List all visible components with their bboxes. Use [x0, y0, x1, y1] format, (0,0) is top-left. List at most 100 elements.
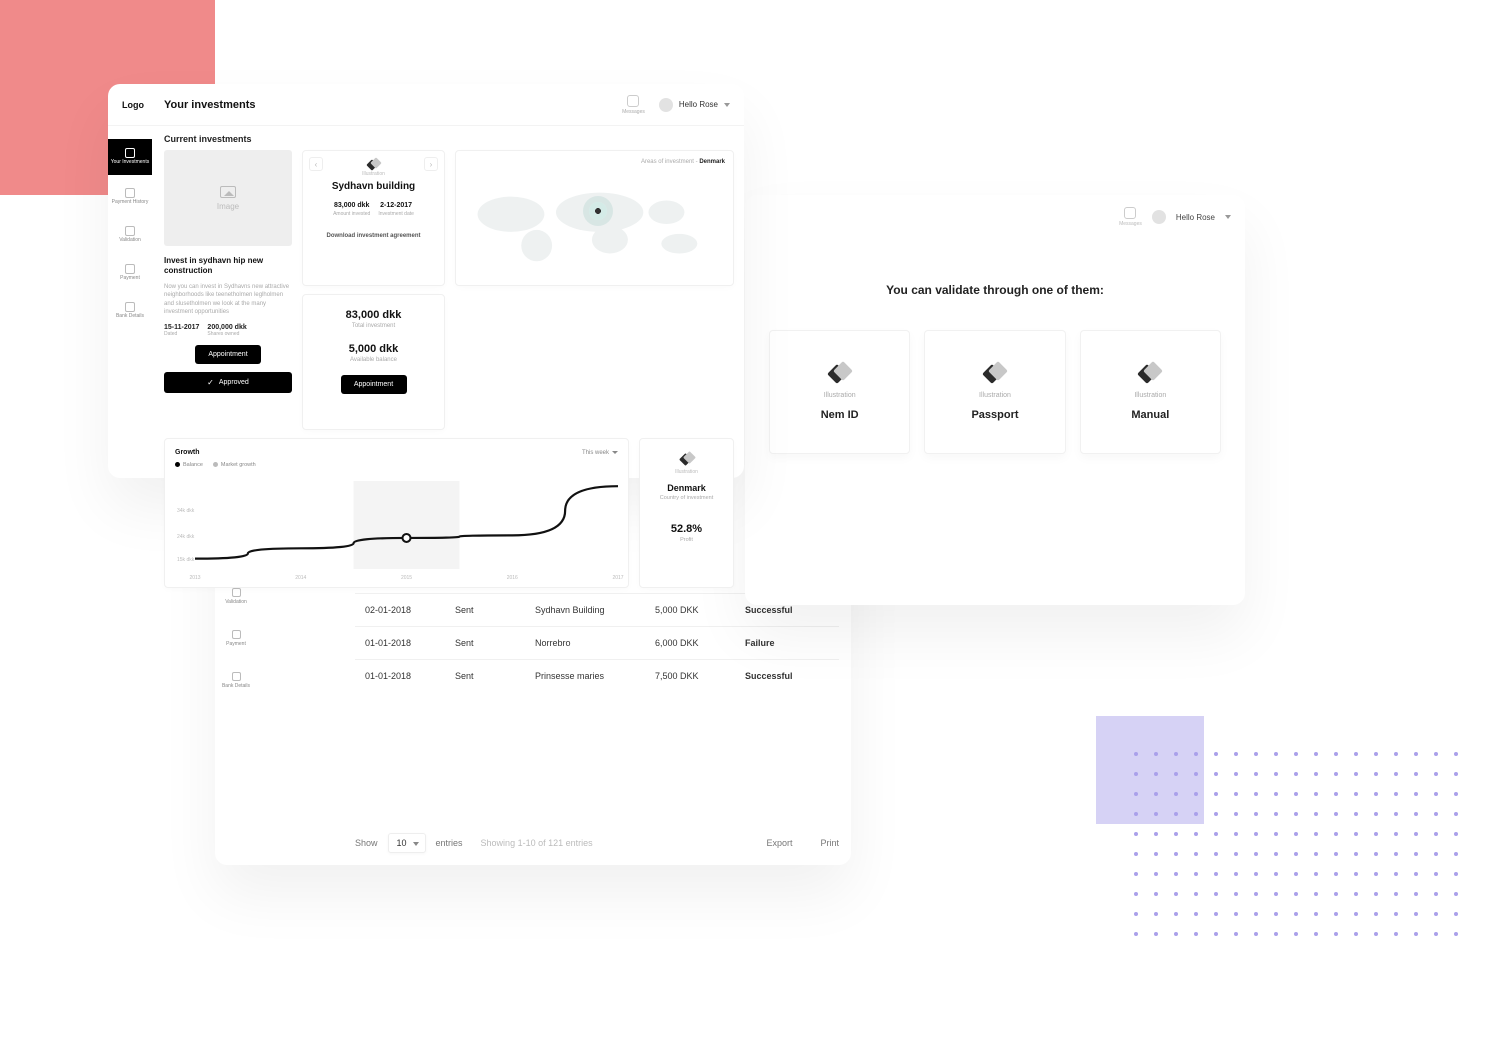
- profit-label: Profit: [650, 537, 723, 543]
- square-icon: [125, 264, 135, 274]
- table-row[interactable]: 01-01-2018SentNorrebro6,000 DKKFailure: [355, 626, 839, 659]
- validation-title: You can validate through one of them:: [745, 283, 1245, 297]
- validation-header: Messages Hello Rose: [1119, 207, 1231, 227]
- cell-date: 02-01-2018: [365, 605, 455, 615]
- cell-desc: Norrebro: [535, 638, 655, 648]
- illustration-label: Illustration: [979, 392, 1011, 399]
- logo[interactable]: Logo: [122, 100, 152, 110]
- sidebar-item-pay-4[interactable]: Bank Details: [215, 663, 257, 699]
- promo-card: Image Invest in sydhavn hip new construc…: [164, 150, 292, 430]
- stat2-label: Investment date: [378, 211, 414, 217]
- legend-market: Market growth: [221, 462, 256, 468]
- sidebar-item-label: Bank Details: [222, 684, 250, 690]
- promo-approved-button[interactable]: ✓ Approved: [164, 372, 292, 393]
- legend-balance: Balance: [183, 462, 203, 468]
- validation-options: IllustrationNem IDIllustrationPassportIl…: [769, 330, 1221, 454]
- growth-chart: 15k dkk24k dkk34k dkk2013201420152016201…: [195, 481, 618, 569]
- chevron-down-icon[interactable]: [1225, 215, 1231, 219]
- validation-option-1[interactable]: Illustration Passport: [924, 330, 1065, 454]
- next-arrow[interactable]: ›: [424, 157, 438, 171]
- promo-appointment-button[interactable]: Appointment: [195, 345, 261, 364]
- prev-arrow[interactable]: ‹: [309, 157, 323, 171]
- stat1-value: 83,000 dkk: [333, 202, 370, 209]
- cell-status: Successful: [745, 671, 835, 681]
- print-button[interactable]: Print: [820, 838, 839, 848]
- growth-range-select[interactable]: This week: [582, 450, 618, 456]
- download-agreement-link[interactable]: Download investment agreement: [311, 233, 436, 239]
- square-icon: [232, 588, 241, 597]
- avatar[interactable]: [1152, 210, 1166, 224]
- illustration-icon: [367, 159, 381, 171]
- y-tick-label: 34k dkk: [177, 508, 194, 514]
- messages-icon[interactable]: [627, 95, 639, 107]
- square-icon: [232, 630, 241, 639]
- page-title: Your investments: [164, 99, 256, 111]
- sidebar-item-label: Payment: [226, 642, 246, 648]
- illustration-icon: [1136, 364, 1164, 386]
- validation-option-2[interactable]: IllustrationManual: [1080, 330, 1221, 454]
- validation-option-name: Passport: [971, 409, 1018, 421]
- entries-select[interactable]: 10: [388, 833, 426, 853]
- profit-percent: 52.8%: [650, 523, 723, 535]
- sidebar-item-label: Payment History: [112, 200, 149, 206]
- entries-summary: Showing 1-10 of 121 entries: [481, 838, 593, 848]
- promo-title: Invest in sydhavn hip new construction: [164, 256, 292, 277]
- sidebar-item-inv-4[interactable]: Bank Details: [108, 295, 152, 327]
- sidebar-item-pay-3[interactable]: Payment: [215, 621, 257, 657]
- x-tick-label: 2014: [295, 575, 306, 581]
- sidebar-item-label: Payment: [120, 276, 140, 282]
- image-label: Image: [217, 202, 239, 211]
- map-header-prefix: Areas of investment -: [641, 159, 699, 165]
- chevron-down-icon: [724, 103, 730, 107]
- promo-meta1-value: 15-11-2017: [164, 324, 199, 331]
- user-menu[interactable]: Hello Rose: [659, 98, 730, 112]
- sidebar-item-label: Validation: [225, 600, 247, 606]
- sidebar-item-inv-1[interactable]: Payment History: [108, 181, 152, 213]
- balance-appointment-button[interactable]: Appointment: [341, 375, 407, 394]
- sidebar-item-label: Your Investments: [111, 160, 149, 166]
- validation-option-0[interactable]: IllustrationNem ID: [769, 330, 910, 454]
- stat2-value: 2-12-2017: [378, 202, 414, 209]
- balance-card: 83,000 dkk Total investment 5,000 dkk Av…: [302, 294, 445, 430]
- sidebar-item-inv-3[interactable]: Payment: [108, 257, 152, 289]
- y-tick-label: 15k dkk: [177, 557, 194, 563]
- y-tick-label: 24k dkk: [177, 534, 194, 540]
- table-row[interactable]: 01-01-2018SentPrinsesse maries7,500 DKKS…: [355, 659, 839, 692]
- x-tick-label: 2017: [612, 575, 623, 581]
- cell-status: Successful: [745, 605, 835, 615]
- check-icon: ✓: [207, 378, 214, 387]
- illustration-label: Illustration: [362, 171, 385, 177]
- show-label: Show: [355, 838, 378, 848]
- validation-window: Messages Hello Rose You can validate thr…: [745, 195, 1245, 605]
- promo-meta2-value: 200,000 dkk: [207, 324, 246, 331]
- sidebar-item-inv-2[interactable]: Validation: [108, 219, 152, 251]
- messages-icon[interactable]: [1124, 207, 1136, 219]
- square-icon: [125, 226, 135, 236]
- cell-amount: 6,000 DKK: [655, 638, 745, 648]
- map-header-country: Denmark: [699, 159, 725, 165]
- cell-desc: Prinsesse maries: [535, 671, 655, 681]
- promo-image-placeholder: Image: [164, 150, 292, 246]
- investments-sidebar: Your Investments Payment History Validatio…: [108, 139, 152, 333]
- illustration-icon: [981, 364, 1009, 386]
- map-card: Areas of investment - Denmark: [455, 150, 734, 286]
- messages-label: Messages: [1119, 221, 1142, 227]
- user-greeting: Hello Rose: [679, 100, 718, 109]
- validation-option-name: Manual: [1131, 409, 1169, 421]
- user-greeting: Hello Rose: [1176, 213, 1215, 222]
- illustration-icon: [679, 453, 695, 467]
- square-icon: [125, 188, 135, 198]
- cell-status: Failure: [745, 638, 835, 648]
- image-icon: [220, 186, 236, 198]
- entries-label: entries: [436, 838, 463, 848]
- cell-type: Sent: [455, 671, 535, 681]
- world-map: [466, 177, 723, 275]
- stat1-label: Amount invested: [333, 211, 370, 217]
- available-balance-value: 5,000 dkk: [313, 343, 434, 355]
- country-card: Illustration Denmark Country of investme…: [639, 438, 734, 588]
- illustration-icon: [826, 364, 854, 386]
- investments-window: Logo Your investments Messages Hello Ros…: [108, 84, 744, 478]
- export-button[interactable]: Export: [766, 838, 792, 848]
- sidebar-item-inv-0[interactable]: Your Investments: [108, 139, 152, 175]
- cell-amount: 5,000 DKK: [655, 605, 745, 615]
